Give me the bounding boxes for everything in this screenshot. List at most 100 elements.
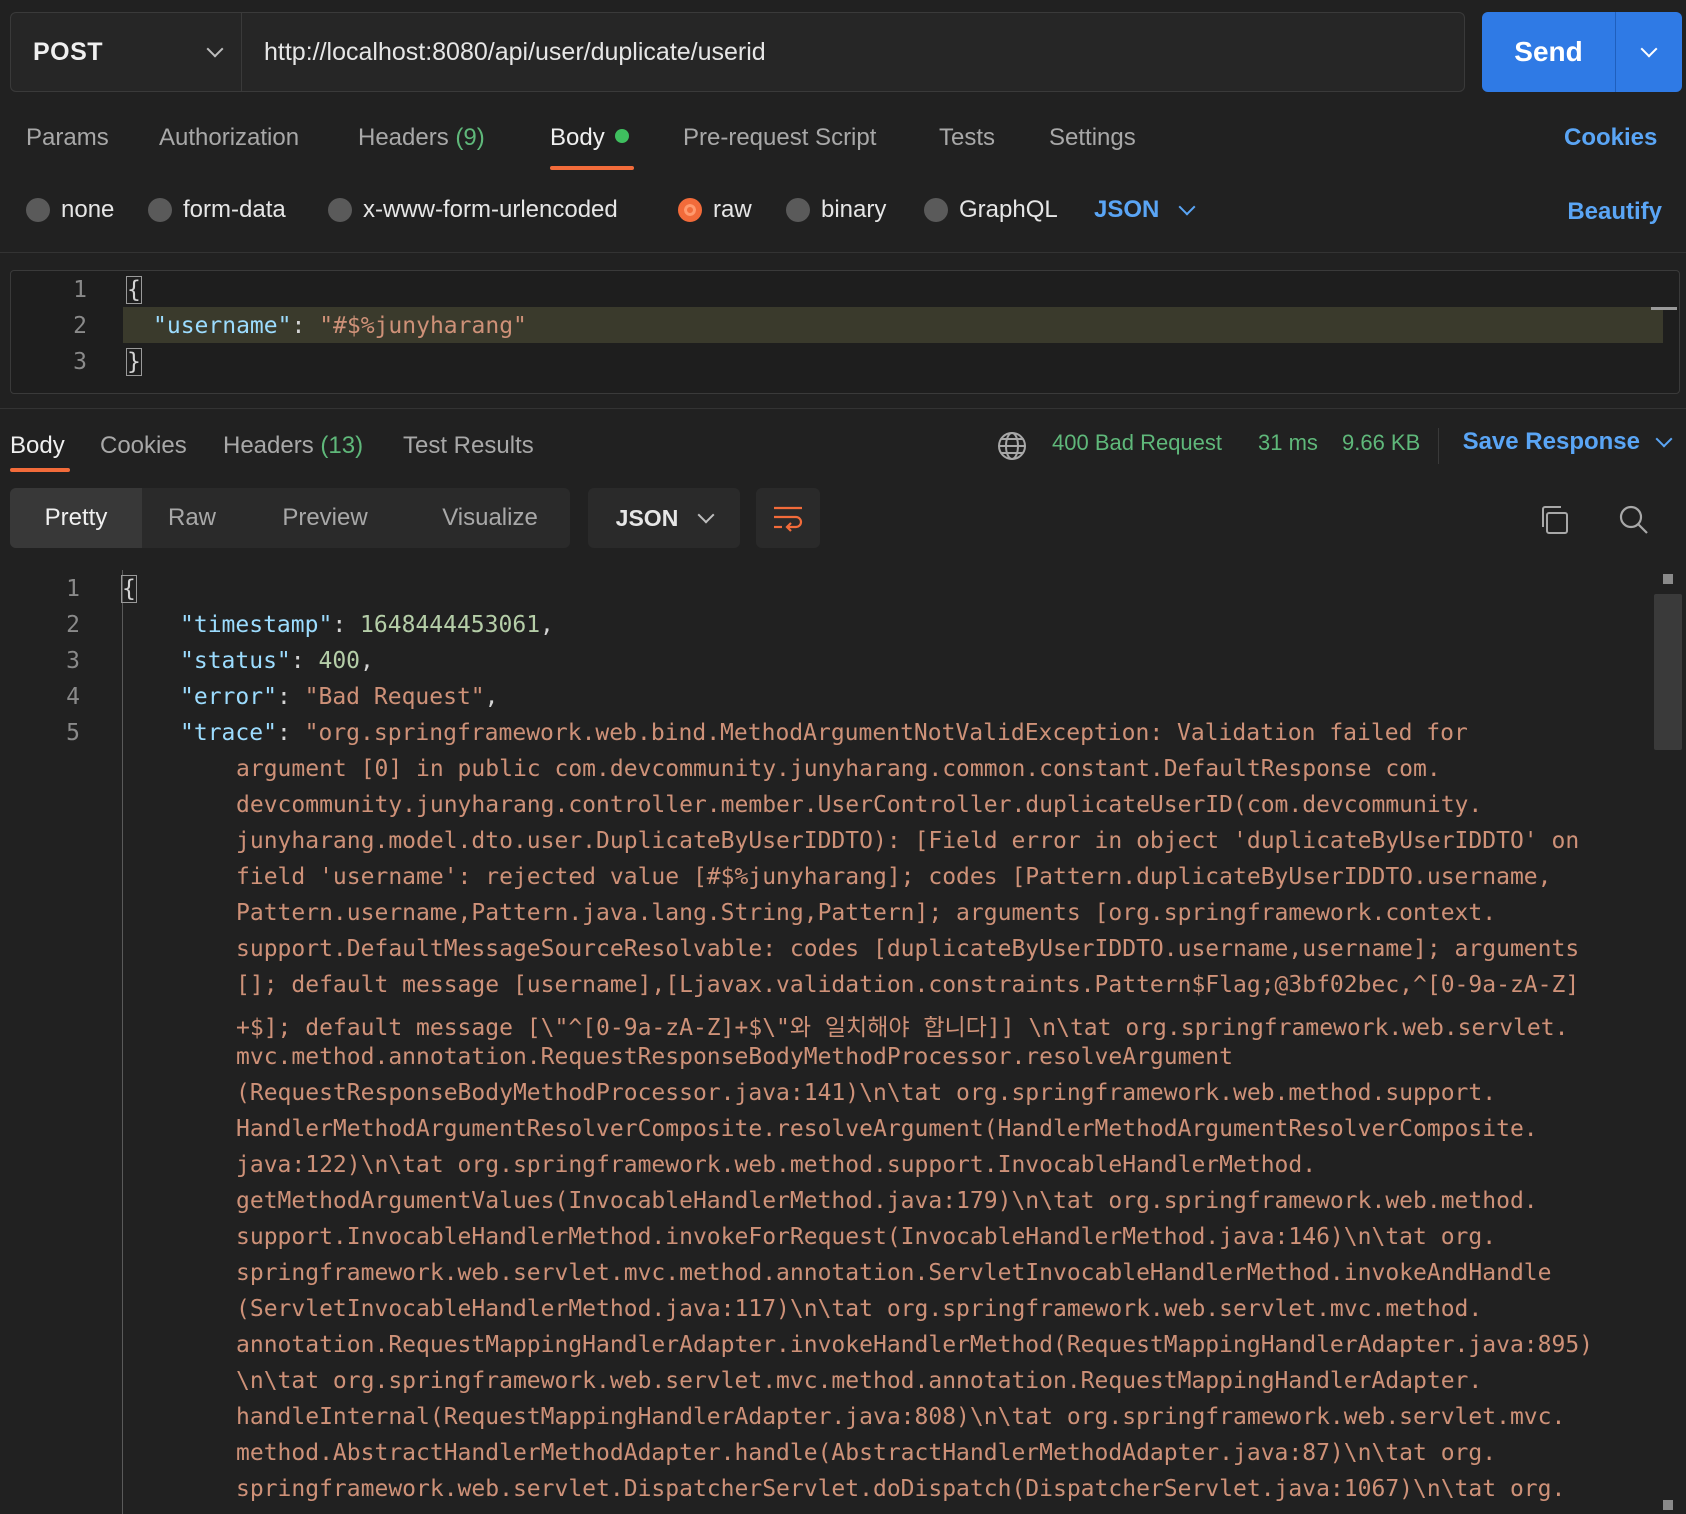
open-brace: {: [121, 575, 137, 603]
trace-line: (RequestResponseBodyMethodProcessor.java…: [236, 1080, 1497, 1106]
json-line-trace: "trace": "org.springframework.web.bind.M…: [180, 720, 1468, 746]
trace-line: handleInternal(RequestMappingHandlerAdap…: [236, 1404, 1566, 1430]
tab-body[interactable]: Body: [550, 124, 629, 152]
response-time[interactable]: 31 ms: [1258, 430, 1318, 456]
radio-binary-label: binary: [821, 196, 887, 223]
response-scrollbar[interactable]: [1654, 574, 1682, 1514]
radio-raw-label: raw: [713, 196, 752, 223]
json-key: "timestamp": [180, 612, 333, 638]
request-body-editor[interactable]: 1 2 3 { "username": "#$%junyharang" }: [10, 270, 1680, 394]
send-button-group: Send: [1482, 12, 1682, 92]
trace-line: junyharang.model.dto.user.DuplicateByUse…: [236, 828, 1580, 854]
tab-tests[interactable]: Tests: [939, 124, 995, 152]
radio-form-data-label: form-data: [183, 196, 286, 223]
radio-off-icon: [26, 198, 50, 222]
resp-tab-headers[interactable]: Headers (13): [223, 432, 363, 460]
scroll-up-icon[interactable]: [1663, 574, 1673, 584]
send-button[interactable]: Send: [1482, 12, 1616, 92]
scrollbar-thumb[interactable]: [1654, 594, 1682, 750]
radio-form-data[interactable]: form-data: [148, 196, 286, 224]
view-raw[interactable]: Raw: [142, 488, 242, 548]
scroll-down-icon[interactable]: [1663, 1500, 1673, 1510]
tab-params[interactable]: Params: [26, 124, 109, 152]
view-visualize[interactable]: Visualize: [420, 488, 560, 548]
radio-off-icon: [786, 198, 810, 222]
resp-tab-headers-label: Headers: [223, 432, 314, 459]
response-language-select[interactable]: JSON: [588, 488, 740, 548]
method-label: POST: [33, 37, 104, 66]
trace-line: devcommunity.junyharang.controller.membe…: [236, 792, 1483, 818]
wrap-lines-icon: [774, 506, 803, 532]
json-line-timestamp: "timestamp": 1648444453061,: [180, 612, 554, 638]
trace-line: argument [0] in public com.devcommunity.…: [236, 756, 1441, 782]
copy-button[interactable]: [1534, 500, 1574, 540]
radio-none[interactable]: none: [26, 196, 114, 224]
trace-line: annotation.RequestMappingHandlerAdapter.…: [236, 1332, 1594, 1358]
json-key: "status": [180, 648, 291, 674]
tab-settings[interactable]: Settings: [1049, 124, 1136, 152]
radio-none-label: none: [61, 196, 115, 223]
json-key: "username": [153, 313, 292, 339]
request-body-line: "username": "#$%junyharang": [153, 313, 527, 339]
line-number: 2: [66, 612, 80, 638]
json-line-error: "error": "Bad Request",: [180, 684, 499, 710]
beautify-button[interactable]: Beautify: [1567, 198, 1662, 226]
search-icon: [1619, 505, 1648, 534]
save-response-label: Save Response: [1462, 428, 1640, 455]
editor-scroll-marker: [1651, 307, 1677, 310]
wrap-lines-button[interactable]: [756, 488, 820, 548]
json-value: "#$%junyharang": [319, 313, 527, 339]
globe-icon[interactable]: [996, 430, 1028, 462]
divider: [1438, 428, 1439, 464]
radio-urlencoded[interactable]: x-www-form-urlencoded: [328, 196, 618, 224]
trace-line: mvc.method.annotation.RequestResponseBod…: [236, 1044, 1233, 1070]
trace-line: java:122)\n\tat org.springframework.web.…: [236, 1152, 1317, 1178]
trace-line: \n\tat org.springframework.web.servlet.m…: [236, 1368, 1483, 1394]
radio-graphql[interactable]: GraphQL: [924, 196, 1058, 224]
response-tabs: Body Cookies Headers (13) Test Results 4…: [0, 420, 1686, 480]
chevron-down-icon: [1640, 40, 1658, 58]
radio-urlencoded-label: x-www-form-urlencoded: [363, 196, 618, 223]
active-tab-indicator: [550, 166, 634, 170]
resp-tab-body[interactable]: Body: [10, 432, 65, 460]
body-format-select[interactable]: JSON: [1094, 196, 1196, 224]
json-string: "Bad Request": [304, 684, 485, 710]
trace-line: +$]; default message [\"^[0-9a-zA-Z]+$\"…: [236, 1015, 1569, 1041]
resp-tab-test-results[interactable]: Test Results: [403, 432, 534, 460]
chevron-down-icon: [206, 40, 224, 58]
trace-line: field 'username': rejected value [#$%jun…: [236, 864, 1552, 890]
body-type-selector: none form-data x-www-form-urlencoded raw…: [0, 190, 1686, 234]
search-button[interactable]: [1614, 500, 1654, 540]
body-format-label: JSON: [1094, 196, 1160, 223]
json-number: 1648444453061: [360, 612, 541, 638]
save-response-button[interactable]: Save Response: [1462, 428, 1673, 456]
radio-binary[interactable]: binary: [786, 196, 886, 224]
tab-authorization[interactable]: Authorization: [159, 124, 299, 152]
active-tab-indicator: [10, 468, 70, 472]
tab-headers-label: Headers: [358, 124, 449, 151]
url-input[interactable]: http://localhost:8080/api/user/duplicate…: [242, 13, 1464, 91]
response-size[interactable]: 9.66 KB: [1342, 430, 1420, 456]
trace-line: springframework.web.servlet.mvc.method.a…: [236, 1260, 1552, 1286]
view-preview[interactable]: Preview: [260, 488, 390, 548]
open-brace: {: [126, 276, 142, 304]
status-code[interactable]: 400 Bad Request: [1052, 430, 1222, 456]
cookies-link[interactable]: Cookies: [1564, 124, 1657, 152]
resp-tab-cookies[interactable]: Cookies: [100, 432, 187, 460]
tab-headers-count: (9): [455, 124, 485, 151]
line-number: 2: [73, 313, 87, 339]
json-number: 400: [318, 648, 361, 674]
tab-headers[interactable]: Headers (9): [358, 124, 485, 152]
line-number: 3: [66, 648, 80, 674]
send-options-button[interactable]: [1616, 12, 1682, 92]
view-mode-group: Pretty Raw Preview Visualize: [10, 488, 570, 548]
radio-raw[interactable]: raw: [678, 196, 752, 224]
divider: [0, 408, 1686, 409]
method-select[interactable]: POST: [11, 13, 242, 91]
radio-off-icon: [924, 198, 948, 222]
copy-icon: [1542, 506, 1568, 534]
response-body-viewer[interactable]: 1 2 3 4 5 { "timestamp": 1648444453061, …: [0, 570, 1686, 1514]
view-pretty[interactable]: Pretty: [10, 488, 142, 548]
tab-pre-request-script[interactable]: Pre-request Script: [683, 124, 876, 152]
tab-body-label: Body: [550, 124, 605, 151]
